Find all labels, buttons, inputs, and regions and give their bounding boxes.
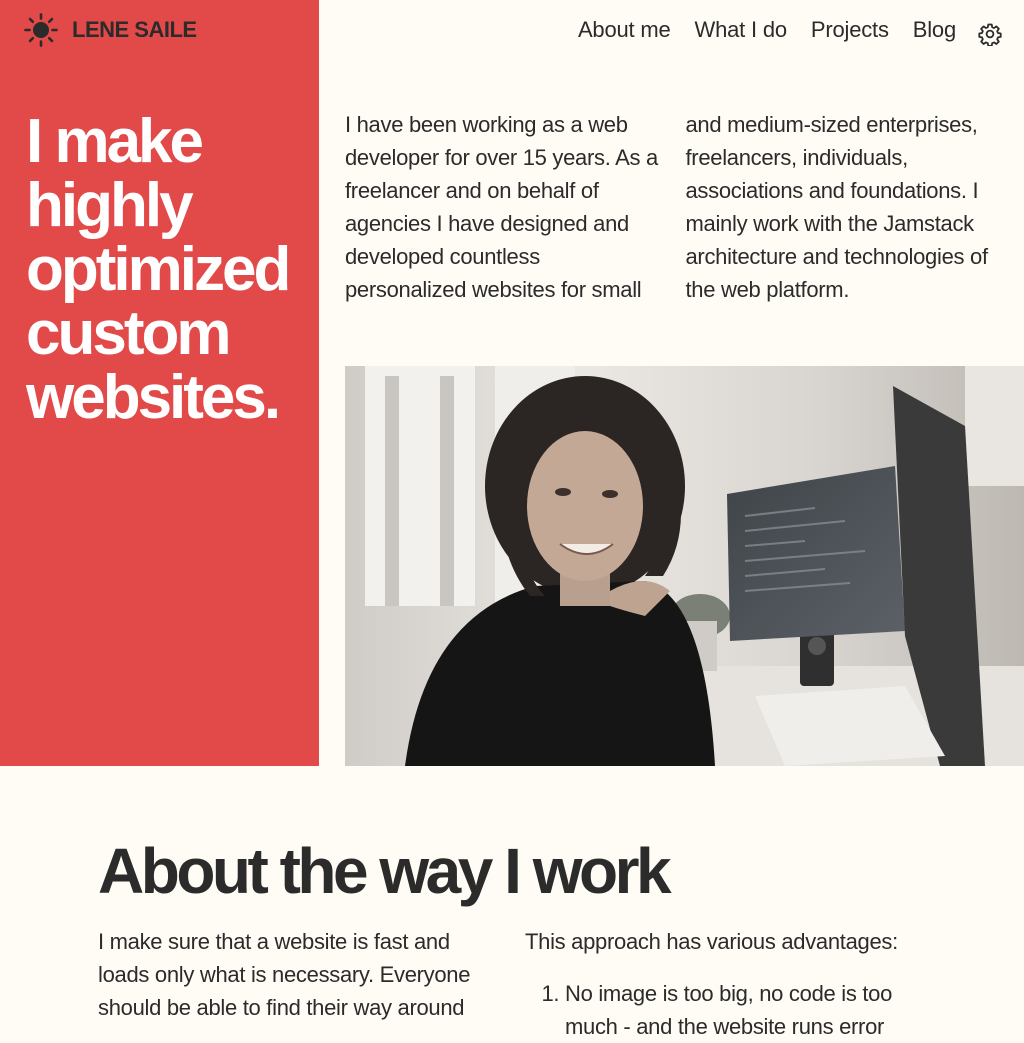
advantages-list: No image is too big, no code is too much… xyxy=(525,977,945,1043)
nav-item-what-i-do[interactable]: What I do xyxy=(695,17,788,43)
list-item: No image is too big, no code is too much… xyxy=(565,977,945,1043)
portrait-photo xyxy=(345,366,1024,766)
nav-item-blog[interactable]: Blog xyxy=(913,17,956,43)
hero-title: I make highly optimized custom websites. xyxy=(26,107,291,432)
about-left-text: I make sure that a website is fast and l… xyxy=(98,929,471,1020)
hero-intro-text: I have been working as a web developer f… xyxy=(345,112,988,302)
nav-item-about-me[interactable]: About me xyxy=(578,17,671,43)
about-right-column: This approach has various advantages: No… xyxy=(525,925,945,1043)
site-name: LENE SAILE xyxy=(72,17,197,42)
advantages-intro: This approach has various advantages: xyxy=(525,929,898,954)
sun-icon xyxy=(24,13,58,47)
gear-icon[interactable] xyxy=(978,22,1002,46)
site-logo-link[interactable]: LENE SAILE xyxy=(24,12,197,48)
section-title-about-work: About the way I work xyxy=(98,835,672,907)
nav-item-projects[interactable]: Projects xyxy=(811,17,889,43)
main-nav: About me What I do Projects Blog xyxy=(554,14,1002,46)
